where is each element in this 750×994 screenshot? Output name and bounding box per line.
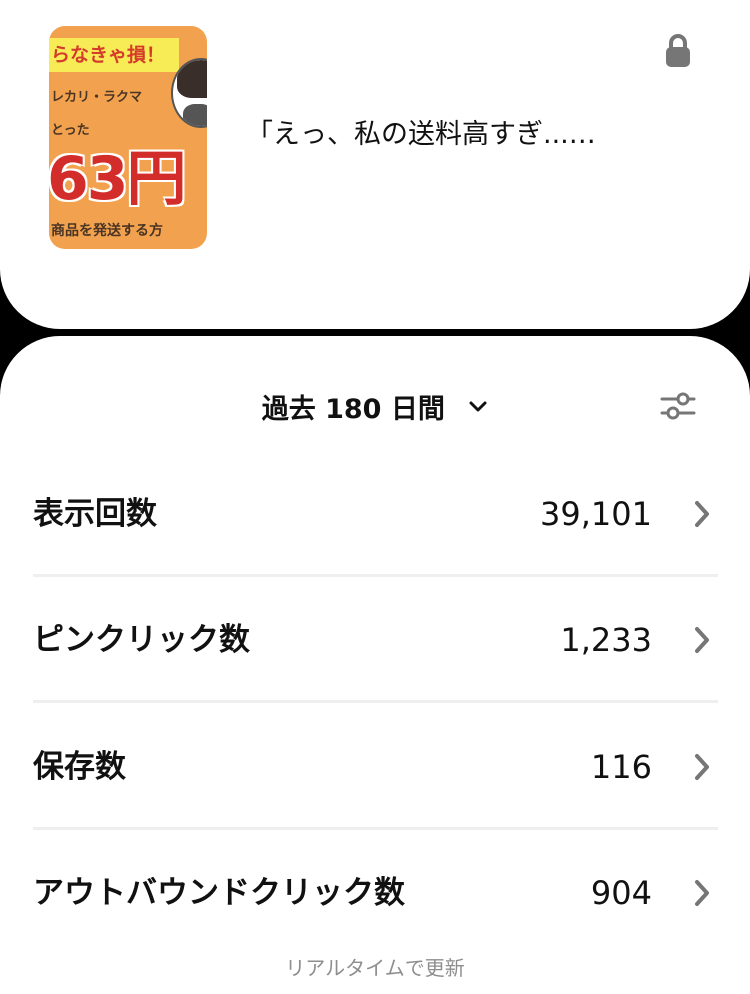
metric-label: アウトバウンドクリック数 xyxy=(33,875,405,911)
pin-card: らなきゃ損！ レカリ・ラクマ とった 63円 商品を発送する方 「えっ、私の送料… xyxy=(0,0,750,329)
thumbnail-text-4: 商品を発送する方 xyxy=(51,223,163,239)
metric-value: 39,101 xyxy=(540,495,652,533)
metric-value: 904 xyxy=(590,874,652,912)
sliders-icon[interactable] xyxy=(660,390,696,422)
thumbnail-price: 63円 xyxy=(49,144,186,214)
pin-title[interactable]: 「えっ、私の送料高すぎ...… xyxy=(246,112,596,151)
lock-icon xyxy=(666,34,690,67)
metric-row-saves[interactable]: 保存数 116 xyxy=(33,704,718,830)
metric-value: 116 xyxy=(590,748,652,786)
metric-label: ピンクリック数 xyxy=(33,622,250,658)
chevron-right-icon xyxy=(695,627,709,653)
chevron-down-icon xyxy=(469,401,487,411)
chevron-right-icon xyxy=(695,880,709,906)
thumbnail-text-1: らなきゃ損！ xyxy=(49,38,179,72)
metric-label: 保存数 xyxy=(33,749,126,785)
period-label: 過去 180 日間 xyxy=(261,394,445,425)
chevron-right-icon xyxy=(695,754,709,780)
thumbnail-text-2: レカリ・ラクマ xyxy=(51,90,143,105)
metric-value: 1,233 xyxy=(560,621,652,659)
metric-label: 表示回数 xyxy=(33,496,157,532)
period-selector[interactable]: 過去 180 日間 xyxy=(0,390,750,430)
thumbnail-text-3: とった xyxy=(51,123,90,138)
pin-thumbnail[interactable]: らなきゃ損！ レカリ・ラクマ とった 63円 商品を発送する方 xyxy=(49,26,207,249)
chevron-right-icon xyxy=(695,501,709,527)
metric-row-outbound-clicks[interactable]: アウトバウンドクリック数 904 xyxy=(33,830,718,956)
metric-row-impressions[interactable]: 表示回数 39,101 xyxy=(33,451,718,577)
realtime-note: リアルタイムで更新 xyxy=(285,956,465,980)
metric-row-pin-clicks[interactable]: ピンクリック数 1,233 xyxy=(33,577,718,703)
